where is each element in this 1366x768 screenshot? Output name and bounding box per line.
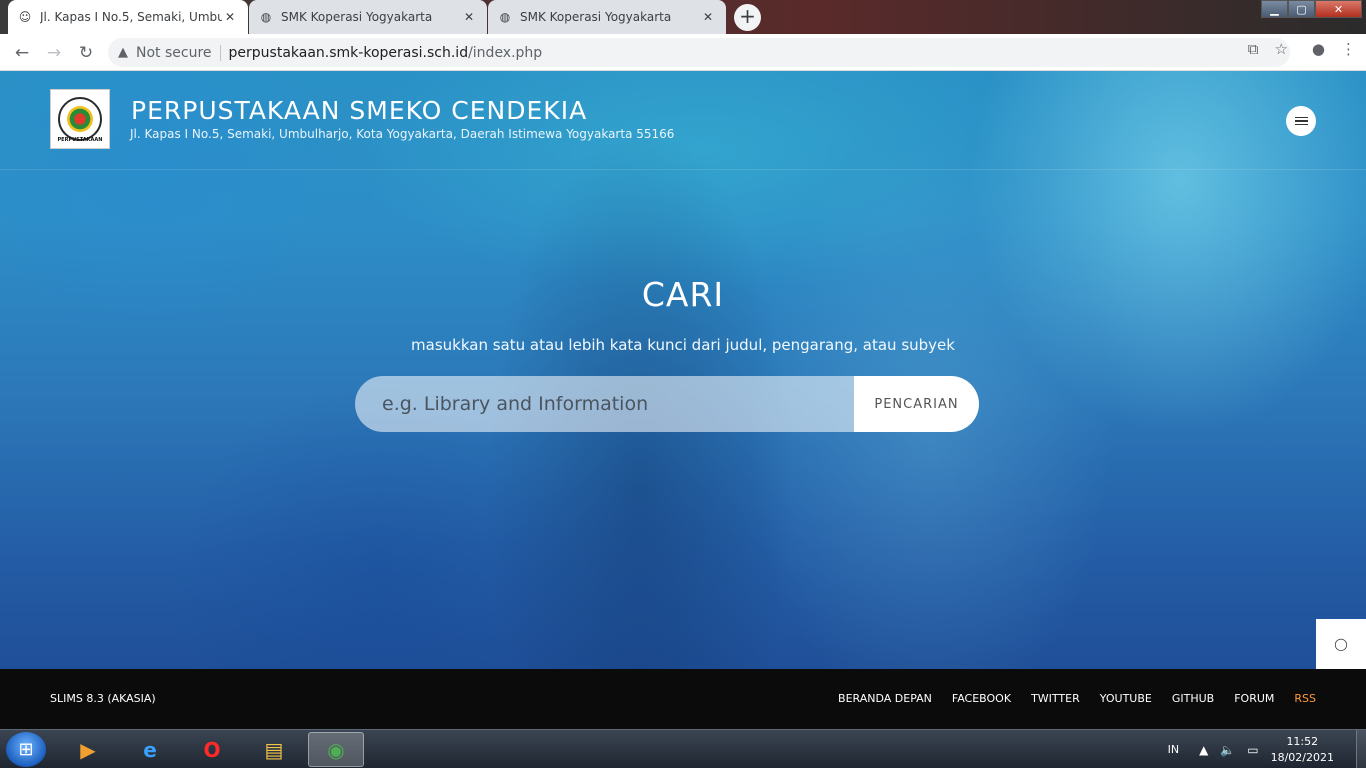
browser-tab-3[interactable]: ◍ SMK Koperasi Yogyakarta ✕ bbox=[488, 0, 726, 34]
clock-date: 18/02/2021 bbox=[1270, 750, 1334, 764]
menu-line bbox=[1294, 120, 1308, 122]
profile-icon[interactable]: ● bbox=[1312, 40, 1325, 58]
maximize-button[interactable]: ▢ bbox=[1288, 0, 1315, 18]
search-heading: CARI bbox=[641, 275, 725, 314]
footer-link-youtube[interactable]: YOUTUBE bbox=[1100, 692, 1152, 705]
logo-emblem-center bbox=[67, 106, 93, 132]
media-player-icon[interactable]: ▶ bbox=[60, 732, 116, 767]
footer-link-home[interactable]: BERANDA DEPAN bbox=[838, 692, 932, 705]
clock-time: 11:52 bbox=[1286, 734, 1319, 748]
star-icon[interactable]: ☆ bbox=[1274, 40, 1287, 58]
security-label[interactable]: Not secure bbox=[136, 45, 212, 61]
site-title[interactable]: PERPUSTAKAAN SMEKO CENDEKIA bbox=[131, 96, 587, 125]
footer-link-facebook[interactable]: FACEBOOK bbox=[952, 692, 1011, 705]
back-arrow-icon[interactable]: ← bbox=[9, 40, 35, 66]
address-bar[interactable]: ▲ Not secure perpustakaan.smk-koperasi.s… bbox=[108, 38, 1290, 67]
site-address: Jl. Kapas I No.5, Semaki, Umbulharjo, Ko… bbox=[130, 127, 675, 141]
browser-tab-1[interactable]: ☺ Jl. Kapas I No.5, Semaki, Umbulharjo ✕ bbox=[8, 0, 248, 34]
search-subtitle: masukkan satu atau lebih kata kunci dari… bbox=[411, 336, 955, 354]
site-logo[interactable]: PERPUSTAKAAN bbox=[50, 89, 110, 149]
tray-expand-icon[interactable]: ▲ bbox=[1199, 743, 1208, 757]
menu-line bbox=[1294, 116, 1308, 119]
menu-line bbox=[1294, 123, 1308, 126]
divider bbox=[219, 44, 221, 61]
close-icon[interactable]: ✕ bbox=[700, 9, 716, 25]
translate-icon[interactable]: ⧉ bbox=[1248, 40, 1259, 58]
close-icon[interactable]: ✕ bbox=[461, 9, 477, 25]
browser-toolbar: ← → ↻ ▲ Not secure perpustakaan.smk-kope… bbox=[0, 34, 1366, 71]
hero-section: PERPUSTAKAAN PERPUSTAKAAN SMEKO CENDEKIA… bbox=[0, 71, 1366, 669]
file-explorer-icon[interactable]: ▤ bbox=[246, 732, 302, 767]
hamburger-menu-button[interactable] bbox=[1286, 106, 1316, 136]
tab-title: Jl. Kapas I No.5, Semaki, Umbulharjo bbox=[40, 10, 222, 24]
close-icon[interactable]: ✕ bbox=[222, 9, 238, 25]
forward-arrow-icon[interactable]: → bbox=[41, 40, 67, 66]
site-footer: SLIMS 8.3 (AKASIA) BERANDA DEPAN FACEBOO… bbox=[0, 669, 1366, 729]
windows-taskbar: ⊞ ▶ e O ▤ ◉ IN ▲ 🔈 ▭ 11:52 18/02/2021 bbox=[0, 729, 1366, 768]
search-input[interactable] bbox=[355, 376, 854, 432]
chat-bubble-icon[interactable]: ◯ bbox=[1316, 619, 1366, 669]
toolbar-actions: ⧉ ☆ ● ⋮ bbox=[1248, 40, 1356, 58]
start-button-windows-icon[interactable]: ⊞ bbox=[6, 732, 46, 767]
version-label: SLIMS 8.3 (AKASIA) bbox=[50, 692, 156, 705]
footer-link-twitter[interactable]: TWITTER bbox=[1031, 692, 1080, 705]
language-indicator[interactable]: IN bbox=[1168, 743, 1179, 756]
window-close-button[interactable]: ✕ bbox=[1315, 0, 1362, 18]
footer-link-forum[interactable]: FORUM bbox=[1234, 692, 1274, 705]
reload-icon[interactable]: ↻ bbox=[73, 40, 99, 66]
search-button[interactable]: PENCARIAN bbox=[854, 376, 979, 432]
clock[interactable]: 11:52 18/02/2021 bbox=[1271, 734, 1334, 766]
tab-title: SMK Koperasi Yogyakarta bbox=[281, 10, 433, 24]
logo-emblem bbox=[58, 97, 102, 141]
logo-text: PERPUSTAKAAN bbox=[57, 137, 103, 143]
globe-icon: ◍ bbox=[499, 10, 511, 24]
url-host[interactable]: perpustakaan.smk-koperasi.sch.id bbox=[229, 45, 469, 61]
footer-nav: BERANDA DEPAN FACEBOOK TWITTER YOUTUBE G… bbox=[838, 692, 1316, 705]
warning-triangle-icon[interactable]: ▲ bbox=[118, 45, 128, 60]
volume-icon[interactable]: 🔈 bbox=[1220, 743, 1235, 757]
browser-tab-2[interactable]: ◍ SMK Koperasi Yogyakarta ✕ bbox=[249, 0, 487, 34]
minimize-button[interactable]: ▁ bbox=[1261, 0, 1288, 18]
emoji-smile-icon: ☺ bbox=[18, 10, 32, 24]
internet-explorer-icon[interactable]: e bbox=[122, 732, 178, 767]
footer-link-rss[interactable]: RSS bbox=[1294, 692, 1316, 705]
system-tray: IN ▲ 🔈 ▭ 11:52 18/02/2021 bbox=[1168, 730, 1366, 768]
browser-tab-bar: ☺ Jl. Kapas I No.5, Semaki, Umbulharjo ✕… bbox=[0, 0, 1366, 34]
globe-icon: ◍ bbox=[260, 10, 272, 24]
more-vert-icon[interactable]: ⋮ bbox=[1341, 40, 1356, 58]
divider bbox=[0, 169, 1366, 170]
opera-icon[interactable]: O bbox=[184, 732, 240, 767]
chrome-icon[interactable]: ◉ bbox=[308, 732, 364, 767]
search-form: PENCARIAN bbox=[355, 376, 979, 432]
url-path[interactable]: /index.php bbox=[468, 45, 542, 61]
tab-title: SMK Koperasi Yogyakarta bbox=[520, 10, 672, 24]
footer-link-github[interactable]: GITHUB bbox=[1172, 692, 1214, 705]
network-icon[interactable]: ▭ bbox=[1247, 743, 1258, 757]
show-desktop-button[interactable] bbox=[1356, 730, 1366, 768]
new-tab-button[interactable]: + bbox=[734, 4, 761, 31]
